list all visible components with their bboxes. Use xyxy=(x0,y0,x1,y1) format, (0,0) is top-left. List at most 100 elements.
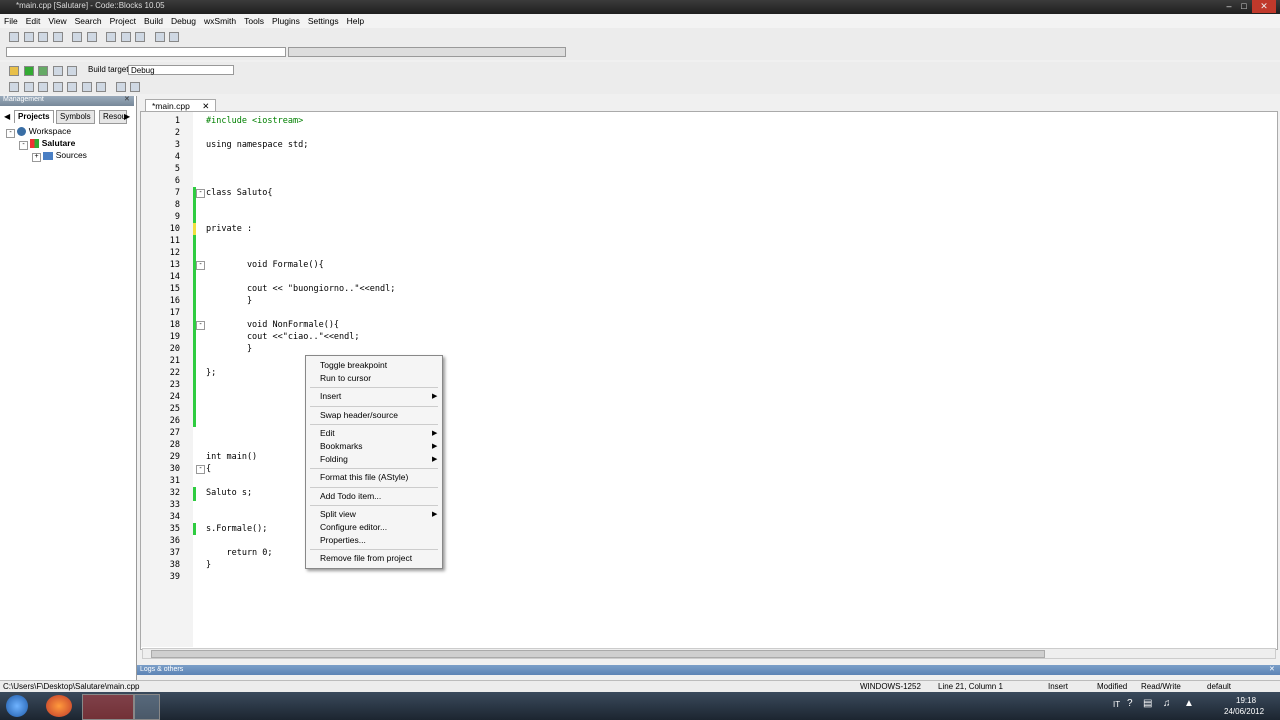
save-icon[interactable] xyxy=(38,31,49,42)
fold-toggle-icon[interactable]: - xyxy=(196,321,205,330)
menu-item-configure-editor[interactable]: Configure editor... xyxy=(320,522,387,532)
info-icon[interactable] xyxy=(130,81,141,92)
menu-edit[interactable]: Edit xyxy=(22,14,45,28)
tray-icon[interactable]: ▲ xyxy=(1184,698,1194,709)
build-icon[interactable] xyxy=(9,65,19,76)
run-icon[interactable] xyxy=(23,65,34,76)
start-button-icon[interactable] xyxy=(6,695,28,717)
menu-wxsmith[interactable]: wxSmith xyxy=(200,14,240,28)
clock-date[interactable]: 24/06/2012 xyxy=(1224,707,1264,716)
menu-tools[interactable]: Tools xyxy=(240,14,268,28)
step-out-icon[interactable] xyxy=(67,81,78,92)
menu-debug[interactable]: Debug xyxy=(167,14,200,28)
paste-icon[interactable] xyxy=(135,31,146,42)
management-close-icon[interactable]: ✕ xyxy=(124,95,130,103)
debug-windows-icon[interactable] xyxy=(115,81,126,92)
menu-item-bookmarks[interactable]: Bookmarks xyxy=(320,441,363,451)
line-number: 4 xyxy=(174,152,180,162)
scope-combo[interactable] xyxy=(6,47,286,57)
menu-separator xyxy=(310,424,438,426)
line-number: 14 xyxy=(169,272,180,282)
menu-item-toggle-breakpoint[interactable]: Toggle breakpoint xyxy=(320,360,387,370)
menu-settings[interactable]: Settings xyxy=(304,14,343,28)
next-instruction-icon[interactable] xyxy=(81,81,92,92)
tree-project[interactable]: - Salutare xyxy=(19,137,75,150)
volume-icon[interactable]: ♫ xyxy=(1163,698,1171,709)
replace-icon[interactable] xyxy=(169,31,180,42)
fold-toggle-icon[interactable]: - xyxy=(196,189,205,198)
tab-scroll-left-icon[interactable]: ◀ xyxy=(4,112,10,121)
menu-item-add-todo-item[interactable]: Add Todo item... xyxy=(320,491,381,501)
editor-tab-close-icon[interactable]: ✕ xyxy=(202,101,209,111)
menu-help[interactable]: Help xyxy=(343,14,368,28)
collapse-icon[interactable]: - xyxy=(6,129,15,138)
menu-item-remove-file-from-project[interactable]: Remove file from project xyxy=(320,553,412,563)
build-target-combo[interactable]: Debug xyxy=(128,65,234,75)
run-to-cursor-icon[interactable] xyxy=(23,81,34,92)
firefox-icon[interactable] xyxy=(46,695,72,717)
tree-workspace[interactable]: - Workspace xyxy=(6,125,71,138)
function-combo[interactable] xyxy=(288,47,566,57)
save-all-icon[interactable] xyxy=(52,31,63,42)
submenu-arrow-icon: ▶ xyxy=(432,455,438,463)
clock-time[interactable]: 19:18 xyxy=(1236,696,1256,705)
redo-icon[interactable] xyxy=(86,31,97,42)
menu-item-format-this-file-astyle[interactable]: Format this file (AStyle) xyxy=(320,472,408,482)
cut-icon[interactable] xyxy=(106,31,117,42)
line-number: 5 xyxy=(174,164,180,174)
logs-close-icon[interactable]: ✕ xyxy=(1269,665,1275,675)
fold-toggle-icon[interactable]: - xyxy=(196,261,205,270)
management-panel xyxy=(0,96,137,680)
scrollbar-thumb[interactable] xyxy=(151,650,1045,658)
menu-view[interactable]: View xyxy=(44,14,70,28)
menu-item-swap-header-source[interactable]: Swap header/source xyxy=(320,410,398,420)
logs-panel-header[interactable]: Logs & others ✕ xyxy=(137,665,1280,675)
menu-item-edit[interactable]: Edit xyxy=(320,428,335,438)
expand-icon[interactable]: + xyxy=(32,153,41,162)
taskbar-app-codeblocks[interactable] xyxy=(82,694,134,720)
menu-search[interactable]: Search xyxy=(71,14,106,28)
build-run-icon[interactable] xyxy=(38,65,49,76)
menu-item-properties[interactable]: Properties... xyxy=(320,535,366,545)
line-number: 1 xyxy=(174,116,180,126)
next-line-icon[interactable] xyxy=(38,81,49,92)
tab-symbols[interactable]: Symbols xyxy=(56,110,95,124)
horizontal-scrollbar[interactable] xyxy=(142,648,1276,659)
menu-plugins[interactable]: Plugins xyxy=(268,14,304,28)
tab-projects[interactable]: Projects xyxy=(14,110,54,123)
tree-folder[interactable]: + Sources xyxy=(32,149,87,162)
build-target-label: Build target: xyxy=(88,65,131,74)
minimize-icon[interactable]: – xyxy=(1222,0,1236,13)
menu-build[interactable]: Build xyxy=(140,14,167,28)
stop-debug-icon[interactable] xyxy=(96,81,107,92)
network-icon[interactable]: ▤ xyxy=(1143,698,1152,709)
language-indicator[interactable]: IT xyxy=(1113,700,1120,709)
taskbar-app-console[interactable] xyxy=(134,694,160,720)
copy-icon[interactable] xyxy=(120,31,131,42)
open-icon[interactable] xyxy=(23,31,34,42)
menu-item-insert[interactable]: Insert xyxy=(320,391,341,401)
menu-file[interactable]: File xyxy=(0,14,22,28)
collapse-icon[interactable]: - xyxy=(19,141,28,150)
debug-start-icon[interactable] xyxy=(9,81,19,92)
help-icon[interactable]: ? xyxy=(1127,698,1133,709)
abort-icon[interactable] xyxy=(67,65,78,76)
menu-item-folding[interactable]: Folding xyxy=(320,454,348,464)
new-file-icon[interactable] xyxy=(9,31,19,42)
find-icon[interactable] xyxy=(154,31,165,42)
line-number: 2 xyxy=(174,128,180,138)
close-icon[interactable]: ✕ xyxy=(1252,0,1276,13)
maximize-icon[interactable]: □ xyxy=(1237,0,1251,13)
undo-icon[interactable] xyxy=(72,31,83,42)
tab-resources[interactable]: Resou xyxy=(99,110,127,124)
tab-scroll-right-icon[interactable]: ▶ xyxy=(124,112,130,121)
menu-project[interactable]: Project xyxy=(106,14,140,28)
menu-item-run-to-cursor[interactable]: Run to cursor xyxy=(320,373,371,383)
fold-toggle-icon[interactable]: - xyxy=(196,465,205,474)
code-line: return 0; xyxy=(206,548,273,558)
menu-item-split-view[interactable]: Split view xyxy=(320,509,356,519)
line-number: 13 xyxy=(169,260,180,270)
step-into-icon[interactable] xyxy=(52,81,63,92)
rebuild-icon[interactable] xyxy=(52,65,63,76)
code-line: private : xyxy=(206,224,253,234)
